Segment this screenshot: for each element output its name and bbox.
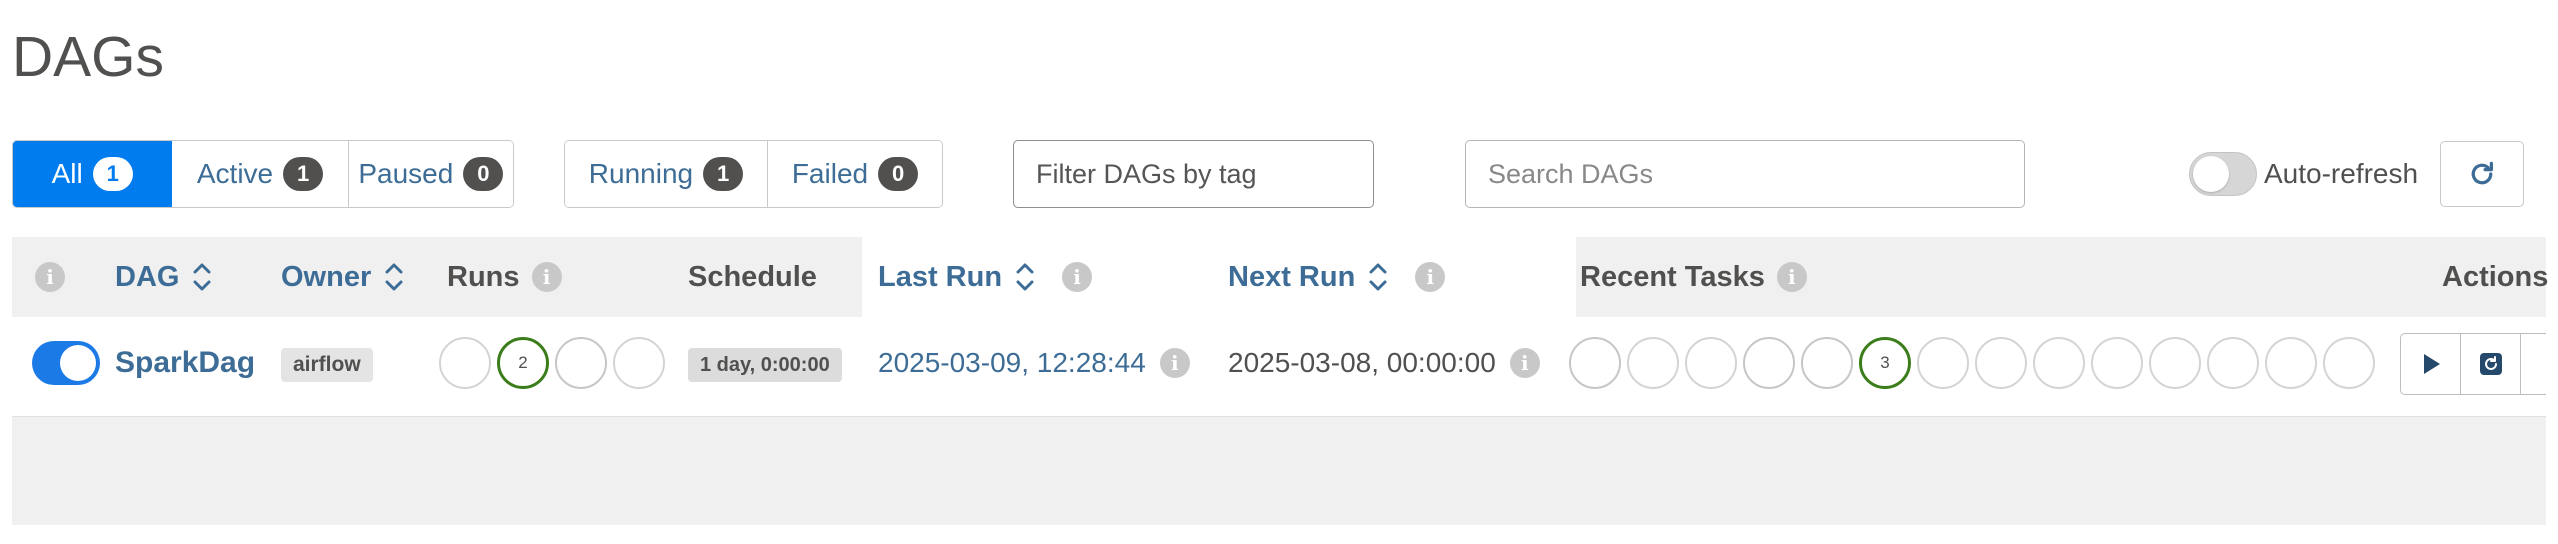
clear-dag-button[interactable] [2461,334,2521,394]
next-run-value: 2025-03-08, 00:00:00 [1228,347,1496,378]
header-next-run-label: Next Run [1228,260,1356,293]
trigger-dag-button[interactable] [2401,334,2461,394]
task-state-circle[interactable] [1975,337,2027,389]
sort-icon [1016,263,1034,291]
header-info: i [35,237,65,317]
task-state-circle[interactable] [1917,337,1969,389]
filter-paused-button[interactable]: Paused 0 [348,141,513,207]
row-actions [2400,333,2546,395]
owner-badge[interactable]: airflow [281,348,373,382]
auto-refresh-label: Auto-refresh [2264,158,2419,189]
refresh-button[interactable] [2440,141,2524,207]
task-state-circle-success[interactable]: 3 [1859,337,1911,389]
filter-all-label: All [51,158,83,189]
task-state-circle[interactable] [1801,337,1853,389]
sort-icon [385,263,403,291]
filter-paused-count: 0 [463,157,504,191]
run-state-circle-running[interactable] [555,337,607,389]
filter-paused-label: Paused [358,158,454,189]
info-icon[interactable]: i [1509,348,1540,378]
task-state-circle[interactable] [1743,337,1795,389]
run-state-circle-failed[interactable] [613,337,665,389]
auto-refresh-toggle-knob [2193,156,2229,192]
task-state-circle[interactable] [2033,337,2085,389]
header-last-run[interactable]: Last Run i [862,237,1228,317]
schedule-badge: 1 day, 0:00:00 [688,348,842,382]
task-state-circle[interactable] [1685,337,1737,389]
filter-failed-button[interactable]: Failed 0 [767,141,942,207]
sort-icon [1369,263,1387,291]
dag-pause-toggle-knob [60,345,96,381]
filter-failed-label: Failed [791,158,869,189]
info-icon[interactable]: i [1159,348,1190,378]
refresh-clear-icon [2479,353,2502,375]
next-run-cell: 2025-03-08, 00:00:00 i [1228,337,1540,389]
header-owner-label: Owner [281,260,372,293]
task-state-circle[interactable] [1569,337,1621,389]
last-run-link[interactable]: 2025-03-09, 12:28:44 [878,347,1146,379]
dag-id-link[interactable]: SparkDag [115,337,255,389]
header-owner[interactable]: Owner [281,237,405,317]
auto-refresh-toggle[interactable] [2189,152,2257,196]
header-recent-tasks: Recent Tasks i [1580,237,1807,317]
info-icon[interactable]: i [35,262,65,292]
dag-pause-toggle[interactable] [32,341,100,385]
task-state-circle[interactable] [2265,337,2317,389]
filter-running-button[interactable]: Running 1 [565,141,768,207]
task-state-circle[interactable] [2323,337,2375,389]
status-filter-group: All 1 Active 1 Paused 0 [12,140,514,208]
filter-active-count: 1 [283,157,324,191]
header-schedule-label: Schedule [688,260,817,293]
filter-active-label: Active [196,158,274,189]
header-runs: Runs i [447,237,562,317]
filter-running-count: 1 [703,157,744,191]
task-state-circle[interactable] [2091,337,2143,389]
run-state-circle-queued[interactable] [439,337,491,389]
header-schedule: Schedule [688,237,817,317]
page-title: DAGs [12,25,165,89]
play-icon [2423,354,2440,374]
header-actions: Actions [2442,237,2548,317]
dag-table: i DAG Owner Runs i Schedule Last Run i N… [12,237,2548,525]
info-icon[interactable]: i [1062,262,1093,292]
info-icon[interactable]: i [1776,262,1807,292]
header-dag[interactable]: DAG [115,237,213,317]
header-dag-label: DAG [115,260,180,293]
info-icon[interactable]: i [531,262,562,292]
refresh-icon [2471,161,2493,185]
header-recent-tasks-label: Recent Tasks [1580,260,1765,293]
header-last-run-label: Last Run [878,260,1003,293]
header-actions-label: Actions [2442,260,2549,293]
last-run-cell[interactable]: 2025-03-09, 12:28:44 i [878,337,1190,389]
run-state-circle-success[interactable]: 2 [497,337,549,389]
task-state-circle[interactable] [2207,337,2259,389]
filter-active-button[interactable]: Active 1 [172,141,349,207]
search-input[interactable] [1465,140,2025,208]
filter-all-count: 1 [92,157,133,191]
sort-icon [193,263,211,291]
header-runs-label: Runs [447,260,520,293]
header-next-run[interactable]: Next Run i [1228,237,1576,317]
task-state-circle[interactable] [1627,337,1679,389]
run-state-filter-group: Running 1 Failed 0 [564,140,943,208]
info-icon[interactable]: i [1415,262,1446,292]
filter-failed-count: 0 [878,157,919,191]
tag-filter-input[interactable] [1013,140,1374,208]
filter-running-label: Running [588,158,694,189]
filter-all-button[interactable]: All 1 [13,141,173,207]
task-state-circle[interactable] [2149,337,2201,389]
